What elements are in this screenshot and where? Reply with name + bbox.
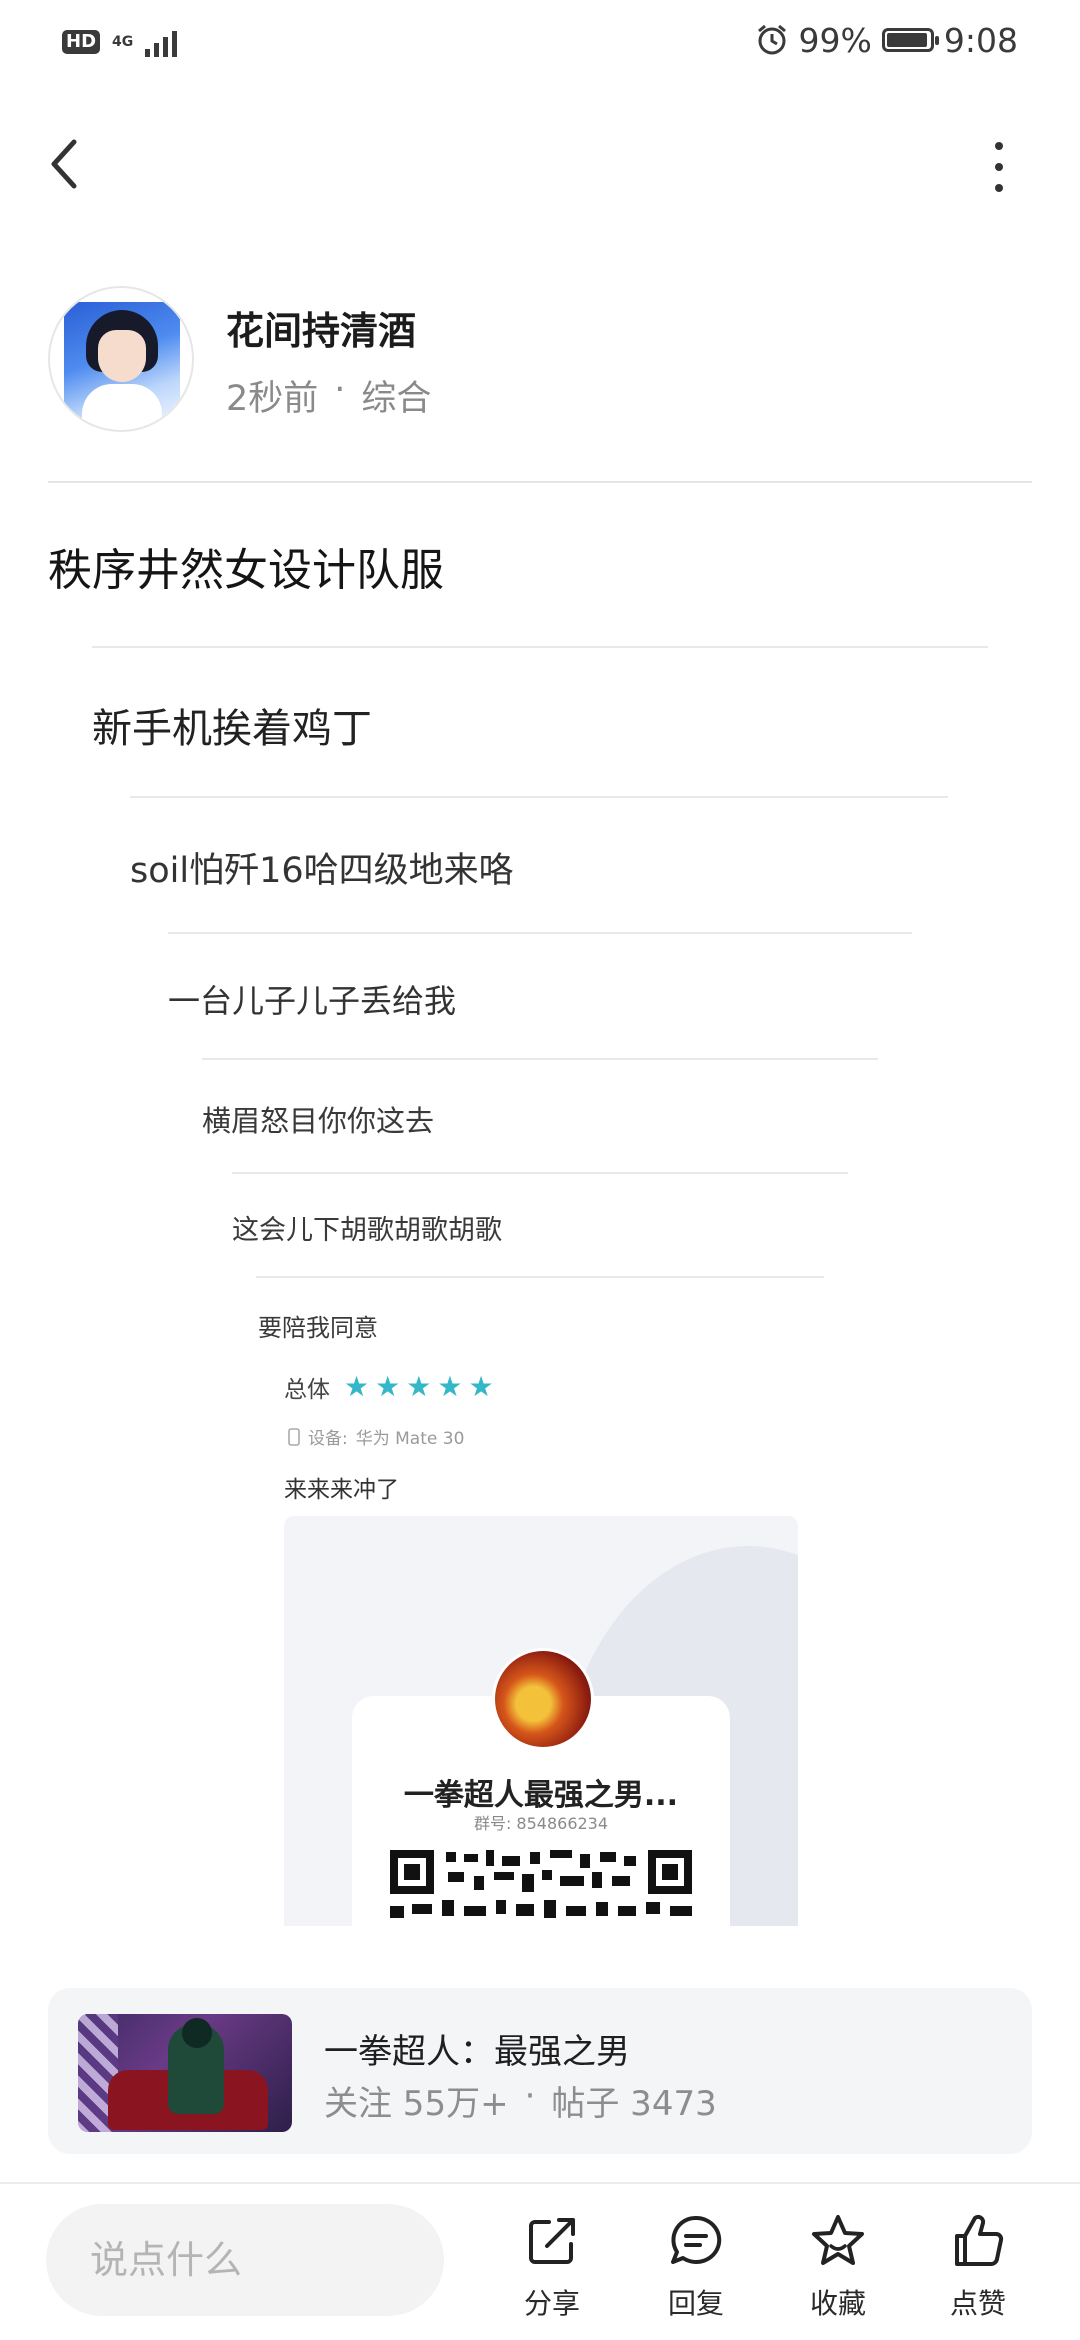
nested-reply-1: 新手机挨着鸡丁 — [92, 706, 372, 752]
author-meta: 2秒前 · 综合 — [226, 370, 431, 421]
share-icon — [529, 2218, 575, 2264]
phone-icon — [288, 1427, 300, 1446]
group-id: 群号: 854866234 — [473, 1814, 609, 1833]
forum-posts: 帖子 3473 — [551, 2084, 717, 2124]
nest-divider — [232, 1172, 848, 1174]
post-category[interactable]: 综合 — [361, 370, 431, 421]
battery-percent: 99% — [798, 20, 872, 60]
forum-stats: 关注 55万+ · 帖子 3473 — [324, 2076, 717, 2125]
nested-reply-2: soil怕歼16哈四级地来咯 — [130, 851, 514, 891]
rating-star-icon: ★ — [344, 1370, 370, 1403]
post-title: 秩序井然女设计队服 — [48, 545, 444, 596]
rating-star-icon: ★ — [406, 1370, 432, 1403]
nest-divider — [168, 932, 912, 934]
rating-row: 总体 ★ ★ ★ ★ ★ — [284, 1370, 494, 1404]
like-label: 点赞 — [949, 2287, 1006, 2320]
rating-star-icon: ★ — [468, 1370, 494, 1403]
author-name[interactable]: 花间持清酒 — [226, 300, 416, 355]
favorite-button[interactable]: 收藏 — [778, 2212, 898, 2322]
qr-code-icon — [390, 1850, 692, 1918]
share-button[interactable]: 分享 — [492, 2212, 612, 2322]
battery-level — [886, 33, 927, 47]
share-label: 分享 — [523, 2287, 580, 2320]
forum-name: 一拳超人：最强之男 — [324, 2032, 630, 2072]
rating-star-icon: ★ — [437, 1370, 463, 1403]
nested-reply-6: 要陪我同意 — [258, 1314, 378, 1342]
reply-button[interactable]: 回复 — [636, 2212, 756, 2322]
post-time: 2秒前 — [226, 379, 319, 419]
avatar[interactable] — [48, 286, 194, 432]
meta-separator: · — [334, 370, 346, 410]
nest-divider — [256, 1276, 824, 1278]
status-bar-right: 99% 9:08 — [755, 18, 1018, 62]
bottom-divider — [0, 2182, 1080, 2184]
status-bar-left: HD 4G — [62, 24, 185, 60]
forum-separator: · — [524, 2076, 536, 2116]
rating-stars: ★ ★ ★ ★ ★ — [344, 1373, 494, 1401]
nest-divider — [202, 1058, 878, 1060]
nested-reply-3: 一台儿子儿子丢给我 — [168, 982, 457, 1020]
like-icon — [955, 2214, 1004, 2266]
rating-star-icon: ★ — [375, 1370, 401, 1403]
reply-icon — [671, 2215, 722, 2264]
chevron-left-icon[interactable] — [44, 134, 84, 194]
forum-followers: 关注 55万+ — [324, 2084, 509, 2124]
like-button[interactable]: 点赞 — [918, 2212, 1038, 2322]
qr-image[interactable]: 一拳超人最强之男... 群号: 854866234 — [284, 1516, 798, 1926]
group-name: 一拳超人最强之男... — [403, 1778, 679, 1813]
rating-label: 总体 — [284, 1377, 330, 1403]
device-name: 华为 Mate 30 — [355, 1429, 465, 1449]
header-divider — [48, 481, 1032, 483]
forum-thumbnail — [78, 2014, 292, 2132]
favorite-label: 收藏 — [809, 2287, 866, 2320]
signal-icon — [145, 31, 178, 57]
clock: 9:08 — [943, 20, 1018, 60]
nested-reply-4: 横眉怒目你你这去 — [202, 1104, 435, 1138]
device-row: 设备: 华为 Mate 30 — [288, 1424, 464, 1449]
device-prefix: 设备: — [308, 1429, 348, 1449]
review-text: 来来来冲了 — [284, 1477, 399, 1503]
group-avatar — [492, 1648, 594, 1750]
alarm-icon — [757, 24, 786, 55]
hd-badge: HD — [62, 30, 101, 54]
comment-input[interactable] — [46, 2204, 444, 2316]
network-type: 4G — [112, 34, 134, 50]
battery-icon — [881, 28, 939, 52]
nest-divider — [92, 646, 988, 648]
star-icon — [812, 2215, 864, 2265]
nested-reply-5: 这会儿下胡歌胡歌胡歌 — [232, 1215, 502, 1246]
reply-label: 回复 — [667, 2287, 724, 2320]
forum-card[interactable]: 一拳超人：最强之男 关注 55万+ · 帖子 3473 — [48, 1988, 1032, 2154]
more-vertical-icon[interactable] — [990, 142, 1008, 192]
nest-divider — [130, 796, 948, 798]
